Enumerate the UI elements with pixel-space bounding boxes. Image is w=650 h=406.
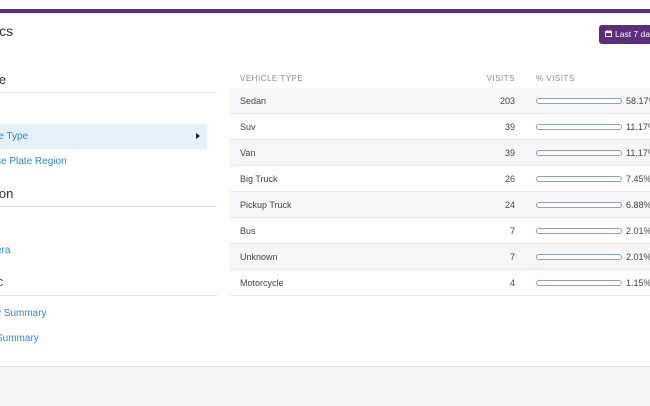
sidebar-item-license-plate-region[interactable]: se Plate Region: [0, 156, 67, 167]
table-row: Van 39 11.17%: [230, 140, 650, 166]
table-row: Suv 39 11.17%: [230, 114, 650, 140]
sidebar-section-vehicle-heading: le: [0, 72, 7, 87]
row-divider: [230, 295, 650, 296]
visits-share-bar: [536, 176, 622, 182]
visits-cell: 4: [509, 278, 515, 288]
pct-visits-cell: 2.01%: [626, 252, 650, 262]
vehicle-type-cell: Bus: [240, 226, 256, 236]
date-range-button[interactable]: Last 7 days: [599, 25, 650, 44]
vehicle-type-cell: Sedan: [240, 96, 267, 106]
visits-cell: 24: [504, 200, 515, 210]
vehicle-type-cell: Motorcycle: [240, 278, 284, 288]
column-header-vehicle-type[interactable]: VEHICLE TYPE: [240, 74, 303, 83]
visits-cell: 26: [504, 174, 515, 184]
vehicle-type-cell: Unknown: [240, 252, 278, 262]
page-title: ics: [0, 23, 14, 39]
date-range-label: Last 7 days: [615, 29, 650, 39]
pct-visits-cell: 2.01%: [626, 226, 650, 236]
visits-share-bar: [536, 280, 622, 286]
visits-cell: 7: [509, 226, 515, 236]
column-header-pct-visits[interactable]: % VISITS: [536, 74, 575, 83]
visits-share-bar: [536, 254, 622, 260]
pct-visits-cell: 7.45%: [626, 174, 650, 184]
column-header-visits[interactable]: VISITS: [487, 74, 515, 83]
table-row: Pickup Truck 24 6.88%: [230, 192, 650, 218]
visits-share-bar: [536, 98, 622, 104]
caret-right-icon: [196, 133, 200, 139]
divider: [0, 206, 217, 207]
table-row: Bus 7 2.01%: [230, 218, 650, 244]
vehicle-type-cell: Big Truck: [240, 174, 278, 184]
table-row: Sedan 203 58.17%: [230, 88, 650, 114]
sidebar-item-summary-2[interactable]: Summary: [0, 333, 39, 344]
sidebar-item-camera[interactable]: era: [0, 245, 10, 256]
pct-visits-cell: 11.17%: [626, 122, 650, 132]
vehicle-type-cell: Van: [240, 148, 256, 158]
table-row: Big Truck 26 7.45%: [230, 166, 650, 192]
vehicle-type-cell: Pickup Truck: [240, 200, 292, 210]
analytics-card: ics Last 7 days le le Type se Plate Regi…: [0, 14, 650, 367]
sidebar-item-label: le Type: [0, 131, 29, 142]
visits-share-bar: [536, 228, 622, 234]
divider: [0, 295, 217, 296]
pct-visits-cell: 58.17%: [626, 96, 650, 106]
visits-cell: 39: [504, 148, 515, 158]
sidebar-item-static: C: [0, 278, 3, 289]
visits-cell: 39: [504, 122, 515, 132]
sidebar-item-summary-1[interactable]: y Summary: [0, 308, 47, 319]
pct-visits-cell: 1.15%: [626, 278, 650, 288]
table-row: Unknown 7 2.01%: [230, 244, 650, 270]
visits-cell: 203: [499, 96, 515, 106]
pct-visits-cell: 6.88%: [626, 200, 650, 210]
sidebar-section-location-heading: ion: [0, 186, 14, 201]
visits-cell: 7: [509, 252, 515, 262]
visits-share-bar: [536, 150, 622, 156]
pct-visits-cell: 11.17%: [626, 148, 650, 158]
table-row: Motorcycle 4 1.15%: [230, 270, 650, 296]
top-bar: [0, 0, 650, 14]
divider: [0, 92, 217, 93]
vehicle-type-cell: Suv: [240, 122, 256, 132]
sidebar-item-vehicle-type[interactable]: le Type: [0, 124, 207, 149]
visits-share-bar: [536, 124, 622, 130]
visits-share-bar: [536, 202, 622, 208]
calendar-icon: [605, 25, 612, 44]
brand-stripe: [0, 9, 650, 13]
